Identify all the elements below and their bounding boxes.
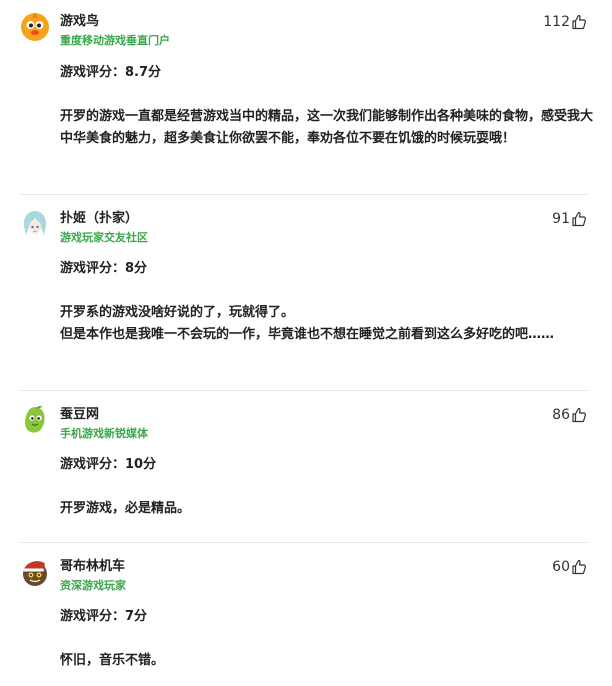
review-item: 哥布林机车 资深游戏玩家 60 游戏评分：7分 怀旧，音乐不错。 — [0, 545, 612, 686]
thumbs-up-icon — [572, 559, 586, 575]
review-paragraph: 怀旧，音乐不错。 — [60, 653, 165, 668]
author-tagline: 重度移动游戏垂直门户 — [60, 34, 170, 47]
game-score: 游戏评分：8.7分 — [60, 65, 162, 80]
author-tagline: 资深游戏玩家 — [60, 579, 126, 592]
like-button[interactable]: 60 — [552, 557, 587, 577]
divider — [20, 542, 588, 543]
review-text: 怀旧，音乐不错。 — [60, 650, 595, 672]
thumbs-up-icon — [572, 407, 586, 423]
divider — [20, 390, 588, 391]
author-tagline: 手机游戏新锐媒体 — [60, 427, 148, 440]
author-tagline: 游戏玩家交友社区 — [60, 231, 148, 244]
like-count: 91 — [552, 211, 570, 227]
thumbs-up-icon — [572, 211, 586, 227]
author-name[interactable]: 游戏鸟 — [60, 13, 99, 31]
review-text: 开罗系的游戏没啥好说的了，玩就得了。 但是本作也是我唯一不会玩的一作，毕竟谁也不… — [60, 302, 595, 346]
author-name[interactable]: 蚕豆网 — [60, 406, 99, 424]
goblin-santa-avatar-icon[interactable] — [20, 557, 50, 587]
anime-girl-avatar-icon[interactable] — [20, 209, 50, 239]
like-count: 112 — [543, 14, 570, 30]
review-paragraph: 开罗的游戏一直都是经营游戏当中的精品，这一次我们能够制作出各种美味的食物，感受我… — [60, 109, 594, 146]
game-score: 游戏评分：7分 — [60, 609, 148, 624]
review-paragraph: 开罗系的游戏没啥好说的了，玩就得了。 — [60, 305, 295, 320]
divider — [20, 194, 588, 195]
like-count: 86 — [552, 407, 570, 423]
review-item: 蚕豆网 手机游戏新锐媒体 86 游戏评分：10分 开罗游戏，必是精品。 — [0, 393, 612, 542]
author-name[interactable]: 哥布林机车 — [60, 558, 125, 576]
game-score: 游戏评分：10分 — [60, 457, 157, 472]
review-item: 游戏鸟 重度移动游戏垂直门户 112 游戏评分：8.7分 开罗的游戏一直都是经营… — [0, 0, 612, 194]
review-text: 开罗的游戏一直都是经营游戏当中的精品，这一次我们能够制作出各种美味的食物，感受我… — [60, 106, 595, 150]
cartoon-bird-avatar-icon[interactable] — [20, 12, 50, 42]
thumbs-up-icon — [572, 14, 586, 30]
review-paragraph: 但是本作也是我唯一不会玩的一作，毕竟谁也不想在睡觉之前看到这么多好吃的吧…… — [60, 327, 555, 342]
review-paragraph: 开罗游戏，必是精品。 — [60, 501, 191, 516]
game-score: 游戏评分：8分 — [60, 261, 148, 276]
like-button[interactable]: 112 — [543, 12, 587, 32]
like-button[interactable]: 91 — [552, 209, 587, 229]
review-item: 扑姬（扑家） 游戏玩家交友社区 91 游戏评分：8分 开罗系的游戏没啥好说的了，… — [0, 197, 612, 390]
review-list: 游戏鸟 重度移动游戏垂直门户 112 游戏评分：8.7分 开罗的游戏一直都是经营… — [0, 0, 612, 686]
author-name[interactable]: 扑姬（扑家） — [60, 210, 138, 228]
green-bean-avatar-icon[interactable] — [20, 405, 50, 435]
like-count: 60 — [552, 559, 570, 575]
like-button[interactable]: 86 — [552, 405, 587, 425]
review-text: 开罗游戏，必是精品。 — [60, 498, 595, 520]
